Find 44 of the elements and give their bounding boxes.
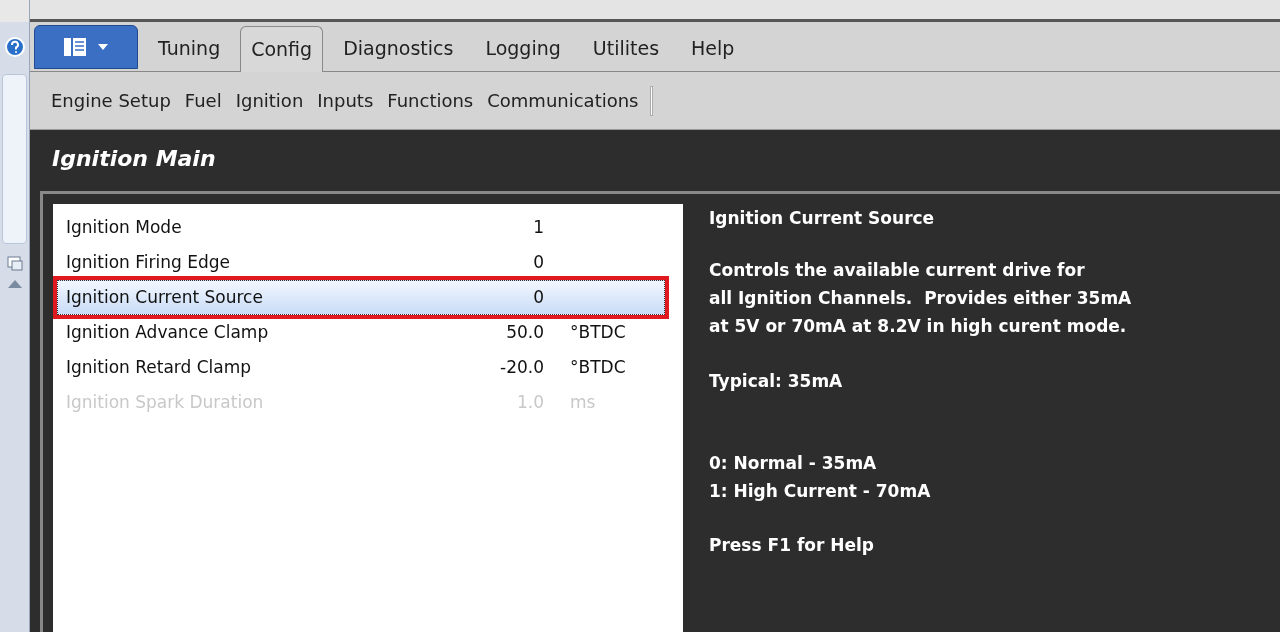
page-title: Ignition Main xyxy=(52,146,216,171)
app-menu-button[interactable] xyxy=(34,25,138,69)
help-description-line: all Ignition Channels. Provides either 35mA xyxy=(709,287,1133,310)
settings-row[interactable]: Ignition Current Source 0 xyxy=(57,280,665,315)
ribbon-tab[interactable]: Diagnostics xyxy=(331,25,466,71)
setting-unit: °BTDC xyxy=(569,355,626,379)
ribbon-tab[interactable]: Tuning xyxy=(146,25,233,71)
settings-row[interactable]: Ignition Firing Edge 0 xyxy=(57,245,665,280)
help-typical: Typical: 35mA xyxy=(709,370,844,393)
help-option: 0: Normal - 35mA xyxy=(709,449,1280,477)
setting-name: Ignition Firing Edge xyxy=(65,250,231,274)
settings-row[interactable]: Ignition Retard Clamp -20.0 °BTDC xyxy=(57,350,665,385)
settings-row[interactable]: Ignition Mode 1 xyxy=(57,210,665,245)
toolbar-item[interactable]: Functions xyxy=(384,87,477,114)
setting-value: 50.0 xyxy=(505,320,544,344)
setting-name: Ignition Mode xyxy=(65,215,183,239)
ribbon-tab[interactable]: Utilites xyxy=(580,25,672,71)
setting-value: 0 xyxy=(532,250,544,274)
ribbon-tab[interactable]: Logging xyxy=(473,25,573,71)
setting-value: 0 xyxy=(532,285,544,309)
toolbar-item[interactable]: Fuel xyxy=(181,87,225,114)
toolbar-item[interactable]: Ignition xyxy=(232,87,307,114)
settings-row[interactable]: Ignition Advance Clamp 50.0 °BTDC xyxy=(57,315,665,350)
ribbon-tab[interactable]: Help xyxy=(679,25,747,71)
setting-value: -20.0 xyxy=(499,355,544,379)
toolbar-item[interactable]: Engine Setup xyxy=(48,87,174,114)
help-option: 1: High Current - 70mA xyxy=(709,477,1280,505)
setting-name: Ignition Retard Clamp xyxy=(65,355,253,379)
help-description-line: Controls the available current drive for xyxy=(709,259,1086,282)
setting-value: 1 xyxy=(532,215,544,239)
toolbar-item[interactable]: Communications xyxy=(484,87,642,114)
help-description-line: at 5V or 70mA at 8.2V in high curent mode. xyxy=(709,315,1128,338)
setting-name: Ignition Current Source xyxy=(65,285,264,309)
list-icon xyxy=(64,38,86,56)
help-icon[interactable] xyxy=(4,37,25,57)
help-title: Ignition Current Source xyxy=(709,207,936,230)
up-arrow-icon[interactable] xyxy=(7,280,22,288)
help-footer: Press F1 for Help xyxy=(709,531,1280,559)
ribbon-tab[interactable]: Config xyxy=(240,26,324,72)
window-icon[interactable] xyxy=(5,254,24,272)
caret-icon xyxy=(98,44,108,50)
setting-name: Ignition Advance Clamp xyxy=(65,320,270,344)
toolbar-item[interactable]: Inputs xyxy=(314,87,377,114)
setting-unit: °BTDC xyxy=(569,320,626,344)
